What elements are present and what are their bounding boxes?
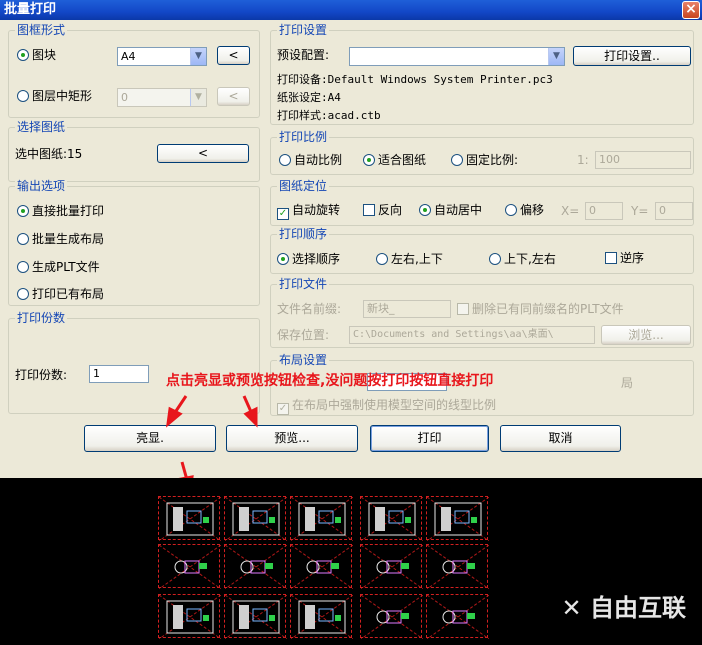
preview-thumbnail [158,496,221,541]
preview-thumbnail [224,544,287,589]
preview-thumbnail [290,496,353,541]
preview-thumbnail [360,544,423,589]
preview-thumbnail [158,594,221,639]
preview-thumbnail [426,544,489,589]
preview-thumbnail [360,594,423,639]
arrow-head-icon [243,406,258,428]
arrow-head-icon [166,406,183,428]
preview-thumbnail [360,496,423,541]
preview-thumbnail [426,594,489,639]
preview-thumbnail [224,496,287,541]
preview-thumbnail [290,544,353,589]
watermark: ✕ 自由互联 [561,594,686,622]
drawing-preview-area: ✕ 自由互联 [0,478,702,645]
preview-thumbnail [224,594,287,639]
preview-thumbnail [158,544,221,589]
preview-thumbnail [290,594,353,639]
preview-thumbnail [426,496,489,541]
